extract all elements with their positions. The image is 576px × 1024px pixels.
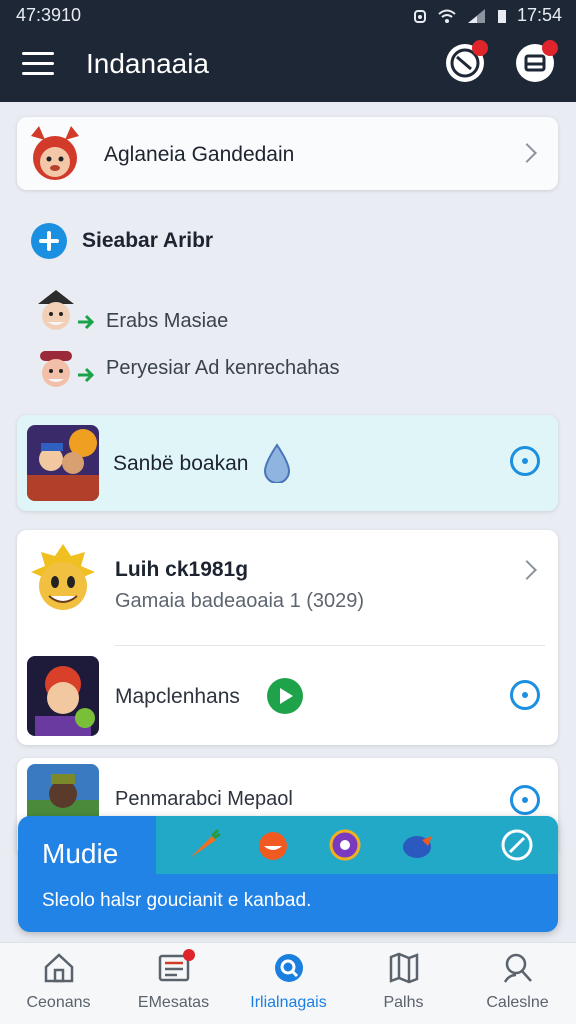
signal-icon bbox=[467, 8, 485, 23]
nav-item-messages[interactable]: EMesatas bbox=[116, 949, 231, 1012]
wheel-icon[interactable] bbox=[326, 826, 364, 864]
profile-avatar bbox=[25, 124, 85, 184]
battery-icon bbox=[497, 9, 506, 23]
messages-badge bbox=[182, 949, 195, 961]
menu-icon[interactable] bbox=[22, 52, 54, 76]
highlight-item[interactable]: Sanbë boakan bbox=[17, 415, 558, 511]
activity-avatar-icon bbox=[38, 290, 95, 330]
status-time-right: 17:54 bbox=[516, 5, 562, 25]
game-thumbnail bbox=[27, 656, 99, 736]
activity-avatar-icon bbox=[40, 351, 95, 387]
banner[interactable]: Mudie Sleolo halsr goucianit e kanbad. bbox=[18, 816, 558, 932]
game-thumbnail bbox=[27, 425, 99, 501]
list-item[interactable]: Mapclenhans bbox=[17, 648, 558, 743]
banner-text: Sleolo halsr goucianit e kanbad. bbox=[42, 890, 312, 911]
nav-item-discover[interactable]: Irlialnagais bbox=[231, 951, 346, 1012]
nav-item-profile[interactable]: Caleslne bbox=[460, 951, 575, 1012]
bottom-nav: Ceonans EMesatas Irlialnagais Palhs Cale… bbox=[0, 942, 576, 1024]
bird-icon[interactable] bbox=[398, 826, 436, 864]
app-title: Indanaaia bbox=[86, 48, 210, 79]
group-subtitle: Gamaia badeaoaia 1 (3029) bbox=[115, 590, 365, 612]
activity-label: Peryesiar Ad kenrechahas bbox=[106, 357, 340, 379]
status-time-left: 47:3910 bbox=[16, 5, 82, 25]
info-icon[interactable] bbox=[510, 446, 540, 476]
notification-badge bbox=[472, 40, 488, 56]
water-drop-icon bbox=[263, 443, 291, 483]
activity-item[interactable]: Erabs Masiae bbox=[34, 288, 554, 338]
game-thumbnail bbox=[27, 764, 99, 824]
divider bbox=[115, 645, 545, 646]
nav-label: Irlialnagais bbox=[250, 994, 327, 1011]
app-bar: Indanaaia bbox=[0, 30, 576, 102]
group-title: Luih ck1981g bbox=[115, 558, 249, 581]
profile-icon bbox=[503, 953, 532, 983]
list-item-label: Mapclenhans bbox=[115, 685, 240, 708]
profile-name: Aglaneia Gandedain bbox=[104, 143, 295, 166]
info-icon[interactable] bbox=[510, 785, 540, 815]
status-bar: 47:3910 17:54 bbox=[0, 0, 576, 30]
wifi-icon bbox=[438, 9, 456, 23]
nav-label: EMesatas bbox=[137, 994, 210, 1011]
chevron-right-icon[interactable] bbox=[517, 560, 537, 580]
orange-icon[interactable] bbox=[254, 826, 292, 864]
play-icon[interactable] bbox=[267, 678, 303, 714]
nav-item-paths[interactable]: Palhs bbox=[346, 951, 461, 1012]
info-icon[interactable] bbox=[510, 680, 540, 710]
peek-label: Penmarabci Mepaol bbox=[115, 788, 293, 810]
map-icon bbox=[389, 952, 418, 984]
highlight-label: Sanbë boakan bbox=[113, 452, 249, 475]
profile-card[interactable]: Aglaneia Gandedain bbox=[17, 117, 558, 190]
inbox-badge bbox=[542, 40, 558, 56]
activity-item[interactable]: Peryesiar Ad kenrechahas bbox=[34, 345, 554, 395]
section-title: Sieabar Aribr bbox=[82, 229, 214, 252]
home-icon bbox=[44, 953, 73, 983]
nav-label: Ceonans bbox=[26, 994, 91, 1011]
alarm-icon bbox=[413, 9, 426, 23]
check-circle-icon[interactable] bbox=[500, 828, 534, 862]
nav-label: Caleslne bbox=[486, 994, 549, 1011]
nav-item-home[interactable]: Ceonans bbox=[1, 951, 116, 1012]
inbox-button[interactable] bbox=[516, 40, 558, 82]
notifications-button[interactable] bbox=[446, 40, 488, 82]
group-card: Luih ck1981g Gamaia badeaoaia 1 (3029) M… bbox=[17, 530, 558, 745]
nav-label: Palhs bbox=[383, 994, 424, 1011]
add-icon[interactable] bbox=[31, 223, 67, 259]
carrot-icon[interactable] bbox=[184, 826, 222, 864]
banner-title: Mudie bbox=[42, 838, 119, 869]
discover-icon bbox=[274, 954, 303, 982]
chevron-right-icon bbox=[517, 143, 537, 163]
activity-label: Erabs Masiae bbox=[106, 310, 229, 332]
group-avatar bbox=[27, 542, 99, 622]
